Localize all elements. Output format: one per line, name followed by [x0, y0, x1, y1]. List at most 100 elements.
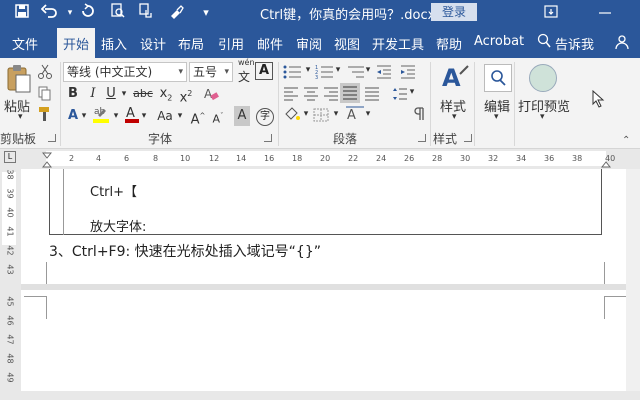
bullets-dropdown-icon[interactable]: ▾ — [304, 60, 312, 80]
numbering-dropdown-icon[interactable]: ▾ — [334, 60, 342, 80]
ruler-tick: 34 — [516, 154, 527, 163]
styles-launcher-icon[interactable] — [464, 134, 472, 142]
superscript-button[interactable]: x2 — [178, 84, 194, 105]
tab-mailings[interactable]: 邮件 — [257, 34, 283, 53]
copy-icon[interactable] — [38, 86, 52, 106]
font-name-select[interactable]: 等线 (中文正文) ▾ — [63, 62, 187, 82]
shrink-font-button[interactable]: Aˇ — [210, 106, 226, 126]
styles-dropdown-icon[interactable]: ▾ — [452, 112, 457, 122]
undo-icon[interactable] — [40, 3, 60, 23]
increase-indent-icon[interactable] — [400, 64, 416, 83]
share-icon[interactable] — [614, 34, 630, 54]
touch-mode-icon[interactable] — [136, 3, 156, 23]
highlight-color-icon[interactable]: ab — [92, 104, 110, 128]
font-launcher-icon[interactable] — [264, 134, 272, 142]
chinese-layout-dropdown-icon[interactable]: ▾ — [364, 104, 372, 124]
print-preview-dropdown-icon[interactable]: ▾ — [540, 112, 545, 122]
bullets-icon[interactable] — [283, 64, 303, 83]
print-preview-large-icon[interactable] — [529, 64, 557, 92]
font-size-select[interactable]: 五号 ▾ — [189, 62, 233, 82]
tab-layout[interactable]: 布局 — [178, 34, 204, 53]
align-right-icon[interactable] — [323, 86, 339, 105]
character-shading-button[interactable]: A — [234, 106, 250, 126]
enclose-characters-icon[interactable]: 字 — [256, 108, 274, 126]
bold-button[interactable]: B — [66, 84, 80, 104]
login-button[interactable]: 登录 — [431, 3, 477, 21]
align-left-icon[interactable] — [283, 86, 299, 105]
undo-dropdown-icon[interactable]: ▾ — [60, 3, 80, 23]
paste-icon[interactable] — [6, 64, 32, 98]
paste-label[interactable]: 粘贴 — [4, 96, 30, 115]
styles-icon[interactable]: A — [440, 62, 470, 96]
vertical-scrollbar[interactable] — [626, 169, 640, 391]
tab-review[interactable]: 审阅 — [296, 34, 322, 53]
change-case-button[interactable]: Aa — [154, 106, 176, 126]
document-line-item3: 3、Ctrl+F9: 快速在光标处插入域记号“{}” — [49, 244, 321, 260]
tab-home[interactable]: 开始 — [57, 28, 96, 58]
phonetic-guide-icon[interactable]: 文 — [238, 68, 250, 85]
italic-button[interactable]: I — [86, 84, 100, 104]
borders-icon[interactable] — [313, 107, 329, 126]
chinese-layout-icon[interactable]: A — [346, 106, 364, 126]
line-spacing-icon[interactable] — [392, 86, 408, 105]
vruler-tick: 49 — [5, 372, 15, 383]
change-case-dropdown-icon[interactable]: ▾ — [176, 106, 184, 126]
vruler-tick: 46 — [5, 315, 15, 326]
customize-icon[interactable]: ▾ — [196, 3, 216, 23]
tab-file[interactable]: 文件 — [12, 34, 38, 53]
multilevel-list-icon[interactable] — [346, 64, 366, 83]
shading-dropdown-icon[interactable]: ▾ — [302, 104, 310, 124]
clear-formatting-icon[interactable]: A — [203, 86, 219, 106]
font-color-dropdown-icon[interactable]: ▾ — [140, 106, 148, 126]
paragraph-group-label: 段落 — [333, 132, 358, 146]
cut-icon[interactable] — [38, 64, 52, 84]
save-icon[interactable] — [12, 3, 32, 23]
text-effects-button[interactable]: A — [66, 106, 80, 126]
vruler-tick: 42 — [5, 245, 15, 256]
line-spacing-dropdown-icon[interactable]: ▾ — [408, 82, 416, 102]
collapse-ribbon-icon[interactable]: ⌃ — [622, 135, 630, 146]
tab-view[interactable]: 视图 — [334, 34, 360, 53]
highlight-dropdown-icon[interactable]: ▾ — [112, 106, 120, 126]
paragraph-launcher-icon[interactable] — [418, 134, 426, 142]
underline-dropdown-icon[interactable]: ▾ — [120, 84, 128, 104]
align-center-icon[interactable] — [303, 86, 319, 105]
search-icon[interactable] — [484, 64, 512, 92]
tab-insert[interactable]: 插入 — [101, 34, 127, 53]
ruler-tick: 32 — [488, 154, 499, 163]
distributed-icon[interactable] — [364, 86, 380, 105]
tab-design[interactable]: 设计 — [140, 34, 166, 53]
strikethrough-button[interactable]: abc — [132, 84, 154, 104]
tab-selector-icon[interactable]: L — [4, 151, 16, 163]
editing-dropdown-icon[interactable]: ▾ — [494, 112, 499, 122]
text-effects-dropdown-icon[interactable]: ▾ — [80, 106, 88, 126]
print-preview-icon[interactable] — [108, 3, 128, 23]
tab-references[interactable]: 引用 — [218, 34, 244, 53]
tab-help[interactable]: 帮助 — [436, 34, 462, 53]
phonetic-guide-pinyin[interactable]: wén — [238, 58, 255, 67]
format-painter-brush-icon[interactable] — [38, 106, 52, 126]
borders-dropdown-icon[interactable]: ▾ — [332, 104, 340, 124]
numbering-icon[interactable]: 123 — [315, 64, 335, 83]
multilevel-dropdown-icon[interactable]: ▾ — [364, 60, 372, 80]
decrease-indent-icon[interactable] — [376, 64, 392, 83]
font-color-icon[interactable]: A — [124, 104, 140, 128]
justify-icon[interactable] — [340, 83, 360, 103]
paste-dropdown-icon[interactable]: ▾ — [18, 112, 23, 122]
clipboard-launcher-icon[interactable] — [48, 134, 56, 142]
tab-developer[interactable]: 开发工具 — [372, 34, 424, 53]
minimize-icon[interactable] — [594, 2, 616, 22]
redo-icon[interactable] — [78, 3, 98, 23]
shading-icon[interactable] — [283, 106, 301, 126]
underline-button[interactable]: U — [104, 84, 118, 104]
tell-me-search[interactable]: 告诉我 — [555, 34, 594, 53]
grow-font-button[interactable]: A^ — [190, 106, 206, 127]
character-border-icon[interactable]: A — [255, 62, 273, 80]
ruler-tick: 4 — [96, 154, 102, 163]
show-marks-icon[interactable] — [412, 106, 426, 126]
format-painter-icon[interactable] — [166, 3, 186, 23]
lightbulb-icon[interactable] — [537, 33, 551, 53]
subscript-button[interactable]: x2 — [158, 84, 174, 104]
tab-acrobat[interactable]: Acrobat — [474, 34, 524, 49]
ribbon-display-icon[interactable] — [540, 2, 562, 22]
